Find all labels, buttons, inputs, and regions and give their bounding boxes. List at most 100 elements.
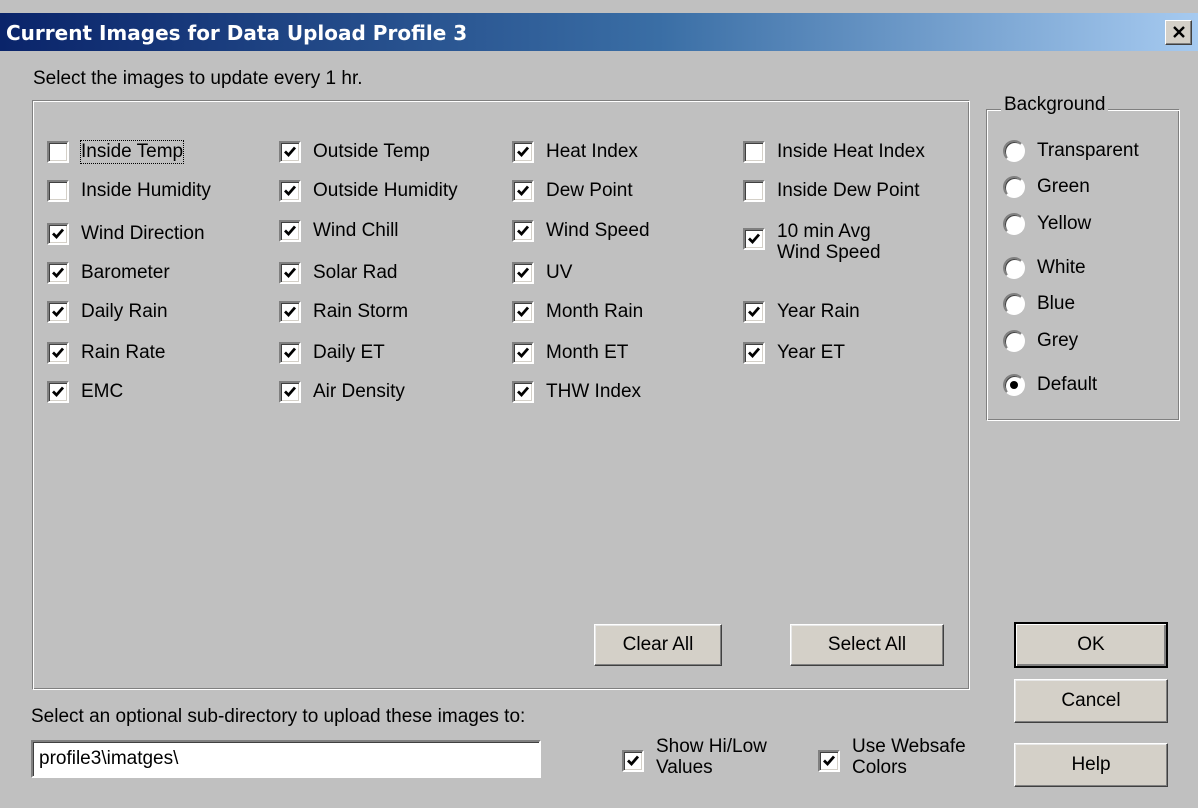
checkbox-box[interactable] (279, 301, 301, 323)
checkbox-label: Year Rain (777, 301, 860, 322)
checkmark-icon (284, 267, 297, 279)
checkbox-box[interactable] (512, 262, 534, 284)
checkbox-box[interactable] (279, 262, 301, 284)
radio-label: Grey (1037, 330, 1079, 351)
checkmark-icon (52, 386, 65, 398)
subdir-input[interactable] (31, 740, 541, 778)
select-all-button[interactable]: Select All (790, 624, 944, 666)
checkbox-box[interactable] (818, 750, 840, 772)
checkbox-box[interactable] (743, 301, 765, 323)
checkbox-label: Year ET (777, 342, 845, 363)
instruction-text: Select the images to update every 1 hr. (33, 68, 363, 89)
checkbox-box[interactable] (47, 262, 69, 284)
checkmark-icon (748, 233, 761, 245)
checkbox-box[interactable] (512, 220, 534, 242)
checkbox-box[interactable] (622, 750, 644, 772)
radio-circle[interactable] (1003, 293, 1025, 315)
help-button[interactable]: Help (1014, 743, 1168, 787)
checkbox-label: Rain Rate (81, 342, 166, 363)
checkbox-box[interactable] (512, 342, 534, 364)
checkbox-label-line2: Wind Speed (777, 242, 881, 263)
subdir-label: Select an optional sub-directory to uplo… (31, 706, 526, 727)
checkbox-box[interactable] (743, 228, 765, 250)
window-title: Current Images for Data Upload Profile 3 (6, 21, 468, 45)
checkbox-box[interactable] (743, 342, 765, 364)
close-icon (1172, 26, 1185, 38)
checkbox-box[interactable] (279, 342, 301, 364)
checkbox-label: Solar Rad (313, 262, 398, 283)
radio-label: White (1037, 257, 1086, 278)
checkmark-icon (52, 267, 65, 279)
checkmark-icon (284, 386, 297, 398)
radio-label: Green (1037, 176, 1090, 197)
checkbox-box[interactable] (512, 141, 534, 163)
title-bar[interactable]: Current Images for Data Upload Profile 3 (0, 13, 1198, 51)
checkbox-box[interactable] (743, 141, 765, 163)
checkbox-label-line1: Show Hi/Low (656, 736, 767, 757)
ok-button[interactable]: OK (1014, 622, 1168, 668)
radio-circle[interactable] (1003, 140, 1025, 162)
checkbox-label: THW Index (546, 381, 642, 402)
checkbox-label-line2: Colors (852, 757, 907, 778)
checkbox-label: Inside Heat Index (777, 141, 925, 162)
checkbox-label: Show Hi/Low Values (656, 736, 767, 778)
checkmark-icon (284, 347, 297, 359)
checkmark-icon (52, 347, 65, 359)
checkmark-icon (823, 755, 836, 767)
checkbox-box[interactable] (47, 381, 69, 403)
help-label: Help (1071, 754, 1111, 775)
checkbox-label: Inside Dew Point (777, 180, 920, 201)
checkmark-icon (517, 267, 530, 279)
checkbox-label: Daily Rain (81, 301, 168, 322)
background-legend: Background (1001, 94, 1109, 116)
radio-label: Transparent (1037, 140, 1139, 161)
checkbox-label: Inside Humidity (81, 180, 211, 201)
checkbox-box[interactable] (47, 180, 69, 202)
checkbox-box[interactable] (512, 180, 534, 202)
checkbox-box[interactable] (743, 180, 765, 202)
checkmark-icon (748, 347, 761, 359)
close-button[interactable] (1165, 20, 1192, 45)
checkbox-label: Rain Storm (313, 301, 409, 322)
checkmark-icon (748, 306, 761, 318)
checkbox-box[interactable] (279, 180, 301, 202)
checkbox-label: Outside Humidity (313, 180, 458, 201)
checkmark-icon (517, 386, 530, 398)
checkbox-label: Use Websafe Colors (852, 736, 966, 778)
radio-circle[interactable] (1003, 176, 1025, 198)
checkbox-label: UV (546, 262, 573, 283)
checkbox-label: Barometer (81, 262, 170, 283)
clear-all-label: Clear All (622, 634, 694, 655)
checkbox-label: Air Density (313, 381, 405, 402)
checkbox-box[interactable] (279, 141, 301, 163)
checkbox-box[interactable] (47, 301, 69, 323)
radio-circle[interactable] (1003, 213, 1025, 235)
checkbox-box[interactable] (47, 141, 69, 163)
checkmark-icon (517, 225, 530, 237)
checkbox-label-line1: 10 min Avg (777, 221, 871, 242)
checkbox-label: Wind Speed (546, 220, 650, 241)
checkbox-label: EMC (81, 381, 124, 402)
checkbox-box[interactable] (279, 220, 301, 242)
checkbox-label: Month ET (546, 342, 629, 363)
checkmark-icon (627, 755, 640, 767)
checkbox-label: Month Rain (546, 301, 644, 322)
checkmark-icon (52, 306, 65, 318)
checkbox-box[interactable] (512, 381, 534, 403)
radio-circle[interactable] (1003, 257, 1025, 279)
checkbox-box[interactable] (47, 223, 69, 245)
ok-label: OK (1077, 634, 1105, 655)
cancel-button[interactable]: Cancel (1014, 679, 1168, 723)
checkmark-icon (517, 347, 530, 359)
checkbox-box[interactable] (512, 301, 534, 323)
radio-label: Yellow (1037, 213, 1092, 234)
checkbox-box[interactable] (279, 381, 301, 403)
radio-circle[interactable] (1003, 374, 1025, 396)
radio-label: Blue (1037, 293, 1076, 314)
checkbox-label-line1: Use Websafe (852, 736, 966, 757)
clear-all-button[interactable]: Clear All (594, 624, 722, 666)
checkmark-icon (52, 228, 65, 240)
checkbox-box[interactable] (47, 342, 69, 364)
radio-circle[interactable] (1003, 330, 1025, 352)
checkbox-label: Inside Temp (79, 140, 185, 164)
